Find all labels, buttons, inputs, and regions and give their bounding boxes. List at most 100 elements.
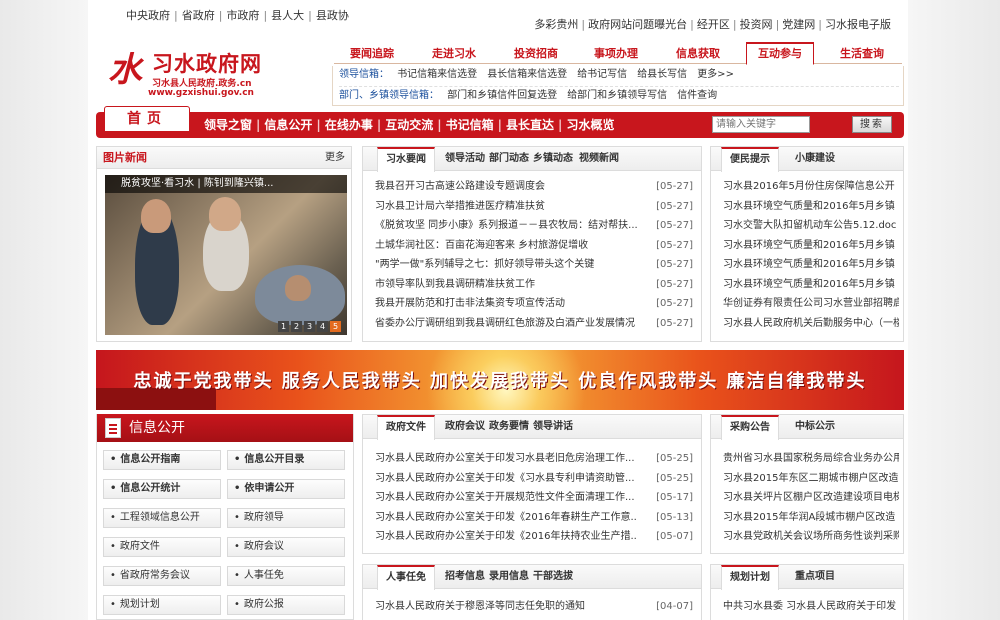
info-open-link[interactable]: 信息公开统计 — [103, 479, 221, 499]
subnav-link[interactable]: 给部门和乡镇领导写信 — [562, 90, 672, 101]
list-item[interactable]: 习水县环境空气质量和2016年5月乡镇 — [711, 275, 903, 295]
list-item-title[interactable]: 习水县2015年东区二期城市棚户区改造 — [723, 469, 898, 489]
main-tab[interactable]: 走进习水 — [420, 45, 488, 64]
panel-tab[interactable]: 规划计划 — [721, 565, 779, 590]
nav-item[interactable]: 信息公开 — [260, 118, 316, 132]
pager-dot[interactable]: 4 — [317, 321, 328, 332]
list-item-title[interactable]: 习水县卫计局六举措推进医疗精准扶贫 — [375, 197, 545, 217]
list-item[interactable]: 中共习水县委 习水县人民政府关于印发 — [711, 597, 903, 617]
list-item[interactable]: 习水县人民政府办公室关于印发《2016年春耕生产工作意... [05-13] — [363, 508, 701, 528]
main-tab[interactable]: 信息获取 — [664, 45, 732, 64]
list-item[interactable]: 习水县2015年东区二期城市棚户区改造 — [711, 469, 903, 489]
list-item[interactable]: "两学一做"系列辅导之七：抓好领导带头这个关键 [05-27] — [363, 255, 701, 275]
info-open-link[interactable]: 政府公报 — [227, 595, 345, 615]
pager-dot[interactable]: 1 — [278, 321, 289, 332]
list-item[interactable]: 市领导率队到我县调研精准扶贫工作 [05-27] — [363, 275, 701, 295]
subnav-link[interactable]: 书记信箱来信选登 — [392, 69, 482, 80]
list-item[interactable]: 《脱贫攻坚 同步小康》系列报道－－县农牧局：结对帮扶... [05-27] — [363, 216, 701, 236]
list-item-title[interactable]: 习水县环境空气质量和2016年5月乡镇 — [723, 255, 895, 275]
list-item[interactable]: 华创证券有限责任公司习水营业部招聘启 — [711, 294, 903, 314]
list-item-title[interactable]: 习水县人民政府办公室关于印发习水县老旧危房治理工作... — [375, 449, 635, 469]
nav-item[interactable]: 互动交流 — [381, 118, 437, 132]
subnav-link[interactable]: 更多>> — [692, 69, 739, 80]
list-item[interactable]: 习水交警大队扣留机动车公告5.12.doc — [711, 216, 903, 236]
list-item[interactable]: 我县召开习古高速公路建设专题调度会 [05-27] — [363, 177, 701, 197]
list-item[interactable]: 习水县关坪片区棚户区改造建设项目电梯 — [711, 488, 903, 508]
list-item[interactable]: 贵州省习水县国家税务局综合业务办公用 — [711, 449, 903, 469]
info-open-link[interactable]: 依申请公开 — [227, 479, 345, 499]
list-item[interactable]: 习水县党政机关会议场所商务性谈判采购 — [711, 527, 903, 547]
top-link[interactable]: 习水报电子版 — [822, 18, 894, 31]
info-open-link[interactable]: 政府会议 — [227, 537, 345, 557]
slogan-banner[interactable]: 忠诚于党我带头 服务人民我带头 加快发展我带头 优良作风我带头 廉洁自律我带头 — [96, 350, 904, 410]
list-item[interactable]: 习水县人民政府办公室关于印发习水县老旧危房治理工作... [05-25] — [363, 449, 701, 469]
list-item-title[interactable]: 习水县2015年华润A段城市棚户区改造 — [723, 508, 895, 528]
panel-tab[interactable]: 人事任免 — [377, 565, 435, 590]
info-open-link[interactable]: 政府领导 — [227, 508, 345, 528]
info-open-link[interactable]: 省政府常务会议 — [103, 566, 221, 586]
picture-news-photo[interactable]: 脱贫攻坚·看习水 | 陈钊到隆兴镇... 12345 — [105, 175, 347, 335]
panel-tab[interactable]: 中标公示 — [791, 415, 839, 439]
list-item-title[interactable]: 习水县人民政府机关后勤服务中心（一楼 — [723, 314, 899, 334]
list-item-title[interactable]: 市领导率队到我县调研精准扶贫工作 — [375, 275, 535, 295]
subnav-link[interactable]: 给书记写信 — [572, 69, 632, 80]
main-tab[interactable]: 互动参与 — [746, 42, 814, 65]
top-link[interactable]: 多彩贵州 — [531, 18, 581, 31]
list-item[interactable]: 习水县2015年华润A段城市棚户区改造 — [711, 508, 903, 528]
panel-tab[interactable]: 习水要闻 — [377, 147, 435, 172]
info-open-link[interactable]: 政府文件 — [103, 537, 221, 557]
main-tab[interactable]: 投资招商 — [502, 45, 570, 64]
info-open-link[interactable]: 信息公开指南 — [103, 450, 221, 470]
site-logo[interactable]: 水 习水政府网 习水县人民政府.政务.cn www.gzxishui.gov.c… — [108, 44, 298, 104]
panel-tab[interactable]: 干部选拔 — [529, 565, 577, 589]
list-item-title[interactable]: 习水县人民政府关于穆恩泽等同志任免职的通知 — [375, 597, 585, 617]
info-open-link[interactable]: 人事任免 — [227, 566, 345, 586]
list-item[interactable]: 习水县人民政府机关后勤服务中心（一楼 — [711, 314, 903, 334]
pager-dot[interactable]: 3 — [304, 321, 315, 332]
picture-news-caption[interactable]: 脱贫攻坚·看习水 | 陈钊到隆兴镇... — [105, 175, 347, 193]
list-item[interactable]: 习水县环境空气质量和2016年5月乡镇 — [711, 255, 903, 275]
panel-tab[interactable]: 便民提示 — [721, 147, 779, 172]
top-link[interactable]: 中央政府 — [122, 9, 174, 22]
panel-tab[interactable]: 乡镇动态 — [529, 147, 577, 171]
list-item[interactable]: 土城华润社区：百亩花海迎客来 乡村旅游促增收 [05-27] — [363, 236, 701, 256]
list-item[interactable]: 习水县人民政府办公室关于开展规范性文件全面清理工作... [05-17] — [363, 488, 701, 508]
top-link[interactable]: 投资网 — [737, 18, 776, 31]
list-item[interactable]: 习水县人民政府办公室关于印发《习水县专利申请资助管... [05-25] — [363, 469, 701, 489]
list-item-title[interactable]: 中共习水县委 习水县人民政府关于印发 — [723, 597, 896, 617]
nav-item[interactable]: 书记信箱 — [442, 118, 498, 132]
info-open-link[interactable]: 工程领域信息公开 — [103, 508, 221, 528]
pager-dot[interactable]: 2 — [291, 321, 302, 332]
pager-dot[interactable]: 5 — [330, 321, 341, 332]
info-open-link[interactable]: 规划计划 — [103, 595, 221, 615]
panel-tab[interactable]: 招考信息 — [441, 565, 489, 589]
subnav-link[interactable]: 部门和乡镇信件回复选登 — [442, 90, 562, 101]
main-tab[interactable]: 事项办理 — [582, 45, 650, 64]
list-item-title[interactable]: 习水县人民政府办公室关于开展规范性文件全面清理工作... — [375, 488, 635, 508]
nav-item[interactable]: 领导之窗 — [200, 118, 256, 132]
list-item-title[interactable]: 习水县环境空气质量和2016年5月乡镇 — [723, 275, 895, 295]
list-item-title[interactable]: 习水县环境空气质量和2016年5月乡镇 — [723, 236, 895, 256]
main-tab[interactable]: 要闻追踪 — [338, 45, 406, 64]
panel-tab[interactable]: 视频新闻 — [575, 147, 623, 171]
panel-tab[interactable]: 采购公告 — [721, 415, 779, 440]
list-item[interactable]: 习水县卫计局六举措推进医疗精准扶贫 [05-27] — [363, 197, 701, 217]
panel-tab[interactable]: 政务要情 — [485, 415, 533, 439]
home-button[interactable]: 首页 — [104, 106, 190, 132]
nav-item[interactable]: 在线办事 — [321, 118, 377, 132]
panel-tab[interactable]: 政府会议 — [441, 415, 489, 439]
nav-item[interactable]: 习水概览 — [562, 118, 618, 132]
list-item[interactable]: 习水县环境空气质量和2016年5月乡镇 — [711, 236, 903, 256]
subnav-link[interactable]: 给县长写信 — [632, 69, 692, 80]
search-input[interactable] — [712, 116, 810, 133]
panel-tab[interactable]: 政府文件 — [377, 415, 435, 440]
top-link[interactable]: 经开区 — [694, 18, 733, 31]
list-item-title[interactable]: 习水县人民政府办公室关于印发《2016年扶持农业生产措... — [375, 527, 637, 547]
subnav-link[interactable]: 信件查询 — [672, 90, 722, 101]
list-item-title[interactable]: 习水交警大队扣留机动车公告5.12.doc — [723, 216, 896, 236]
list-item-title[interactable]: 我县召开习古高速公路建设专题调度会 — [375, 177, 545, 197]
list-item-title[interactable]: 《脱贫攻坚 同步小康》系列报道－－县农牧局：结对帮扶... — [375, 216, 637, 236]
list-item-title[interactable]: 我县开展防范和打击非法集资专项宣传活动 — [375, 294, 565, 314]
list-item-title[interactable]: 习水县2016年5月份住房保障信息公开 — [723, 177, 895, 197]
panel-tab[interactable]: 小康建设 — [791, 147, 839, 171]
